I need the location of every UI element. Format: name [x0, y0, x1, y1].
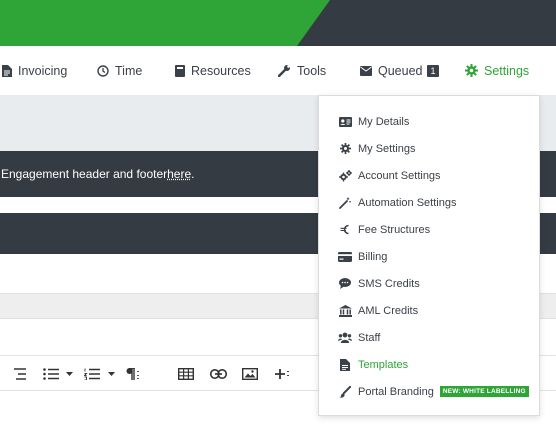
menu-item-label: Staff	[358, 331, 381, 344]
menu-item-my-settings[interactable]: My Settings	[319, 135, 539, 162]
nav-item-tools[interactable]: Tools	[278, 46, 326, 95]
bullet-list-icon	[43, 368, 59, 380]
paragraph-format-button[interactable]	[126, 364, 142, 384]
header-brand-stripe	[0, 0, 330, 46]
bullet-list-button[interactable]	[43, 364, 59, 384]
menu-item-portal-branding[interactable]: Portal Branding NEW: WHITE LABELLING	[319, 378, 539, 405]
menu-item-label: Fee Structures	[358, 223, 431, 236]
nav-item-invoicing[interactable]: Invoicing	[2, 46, 67, 95]
euro-icon	[338, 223, 352, 237]
plus-icon	[275, 369, 289, 379]
queued-count-badge: 1	[427, 64, 439, 77]
numbered-list-button[interactable]	[84, 364, 100, 384]
caret-down-icon	[108, 372, 115, 376]
insert-image-button[interactable]	[242, 364, 258, 384]
envelope-icon	[360, 65, 372, 76]
align-right-icon	[14, 368, 26, 380]
menu-item-aml-credits[interactable]: AML Credits	[319, 297, 539, 324]
nav-item-label: Tools	[297, 63, 327, 78]
menu-item-label: Automation Settings	[358, 196, 457, 209]
bullet-list-dropdown[interactable]	[66, 364, 73, 384]
menu-item-account-settings[interactable]: Account Settings	[319, 162, 539, 189]
menu-item-label: My Details	[358, 115, 410, 128]
menu-item-automation-settings[interactable]: Automation Settings	[319, 189, 539, 216]
link-icon	[210, 369, 227, 379]
info-banner-suffix: .	[191, 167, 195, 181]
menu-item-fee-structures[interactable]: Fee Structures	[319, 216, 539, 243]
menu-item-label: SMS Credits	[358, 277, 420, 290]
chat-bubble-icon	[338, 277, 352, 291]
header-banner	[0, 0, 556, 46]
nav-item-label: Resources	[191, 63, 251, 78]
numbered-list-icon	[84, 368, 100, 380]
menu-item-sms-credits[interactable]: SMS Credits	[319, 270, 539, 297]
magic-wand-icon	[338, 196, 352, 210]
caret-down-icon	[66, 372, 73, 376]
menu-item-label: AML Credits	[358, 304, 419, 317]
gear-icon	[338, 142, 352, 156]
menu-item-label: My Settings	[358, 142, 416, 155]
credit-card-icon	[338, 250, 352, 264]
settings-dropdown-menu: My Details My Settings Account Settings …	[318, 95, 540, 416]
menu-item-templates[interactable]: Templates	[319, 351, 539, 378]
table-icon	[178, 368, 194, 380]
nav-item-label: Queued	[378, 63, 423, 78]
wrench-icon	[278, 65, 290, 77]
file-icon	[2, 64, 12, 77]
insert-more-button[interactable]	[274, 364, 290, 384]
clock-icon	[97, 64, 109, 77]
nav-item-time[interactable]: Time	[97, 46, 142, 95]
nav-item-label: Settings	[484, 63, 530, 78]
new-feature-badge: NEW: WHITE LABELLING	[439, 386, 529, 398]
portal-branding-label: Portal Branding	[358, 385, 434, 398]
menu-item-label: Portal Branding NEW: WHITE LABELLING	[358, 386, 529, 398]
paragraph-icon	[126, 368, 139, 380]
bank-icon	[338, 304, 352, 318]
gear-icon	[465, 64, 478, 77]
menu-item-my-details[interactable]: My Details	[319, 108, 539, 135]
nav-item-queued[interactable]: Queued 1	[360, 46, 439, 95]
menu-item-label: Billing	[358, 250, 388, 263]
nav-item-label: Time	[115, 63, 143, 78]
insert-table-button[interactable]	[178, 364, 194, 384]
book-icon	[175, 64, 185, 77]
info-banner-text: Engagement header and footer	[1, 167, 168, 181]
gears-icon	[338, 169, 352, 183]
menu-item-label: Account Settings	[358, 169, 441, 182]
menu-item-label: Templates	[358, 358, 409, 371]
image-icon	[242, 368, 258, 380]
nav-item-resources[interactable]: Resources	[175, 46, 251, 95]
id-card-icon	[338, 115, 352, 129]
file-text-icon	[338, 358, 352, 372]
nav-item-label: Invoicing	[18, 63, 68, 78]
main-nav: Invoicing Time Resources Tools Queued 1 …	[0, 46, 556, 95]
menu-item-billing[interactable]: Billing	[319, 243, 539, 270]
align-right-button[interactable]	[12, 364, 28, 384]
nav-item-settings[interactable]: Settings	[465, 46, 529, 95]
paint-brush-icon	[338, 385, 352, 399]
menu-item-staff[interactable]: Staff	[319, 324, 539, 351]
users-icon	[338, 331, 352, 345]
insert-link-button[interactable]	[210, 364, 227, 384]
info-banner-link[interactable]: here	[167, 167, 191, 181]
numbered-list-dropdown[interactable]	[108, 364, 115, 384]
